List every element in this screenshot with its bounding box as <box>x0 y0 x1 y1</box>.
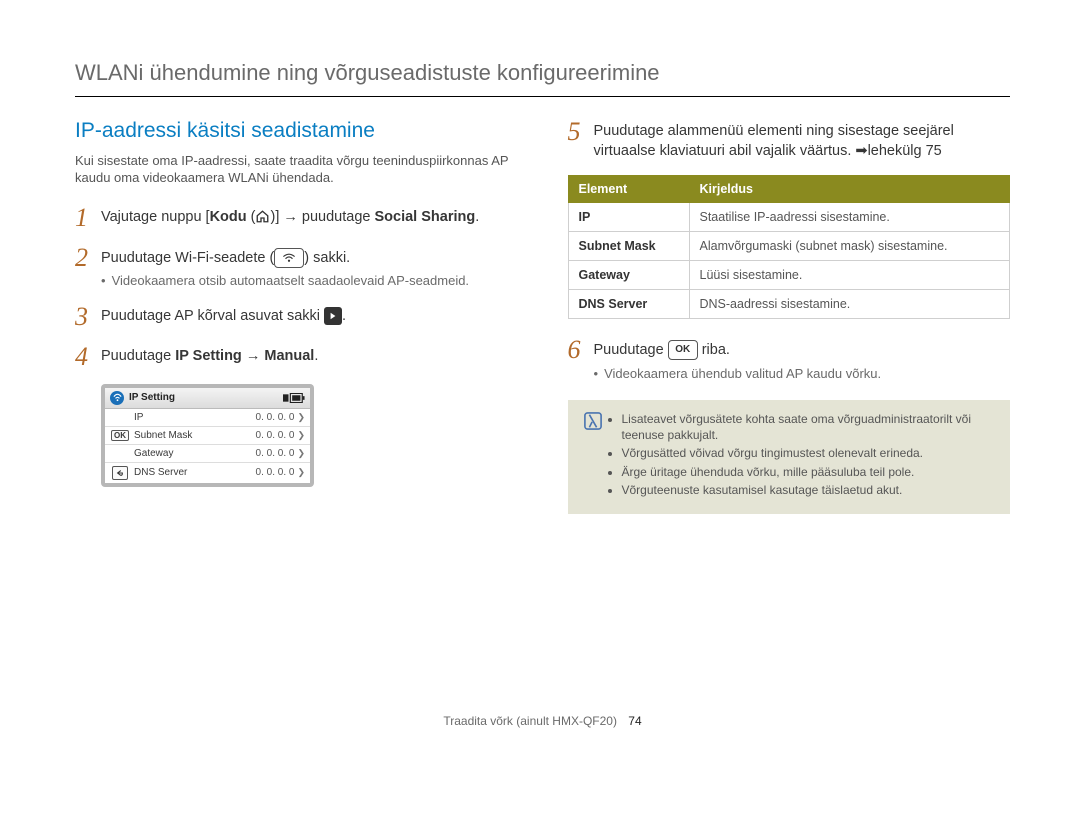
home-icon <box>255 209 270 224</box>
left-column: IP-aadressi käsitsi seadistamine Kui sis… <box>75 119 518 514</box>
page-header: WLANi ühendumine ning võrguseadistuste k… <box>75 60 1010 97</box>
wifi-icon <box>274 248 304 268</box>
device-screenshot: IP Setting IP 0. 0. 0. 0 ❯ OK Subnet Mas… <box>101 384 314 487</box>
ok-icon: OK <box>668 340 698 360</box>
table-row: Subnet MaskAlamvõrgumaski (subnet mask) … <box>568 232 1010 261</box>
footer-text: Traadita võrk (ainult HMX-QF20) <box>443 714 617 728</box>
battery-icon <box>283 393 305 403</box>
step-number-5: 5 <box>568 119 594 161</box>
back-icon <box>112 466 128 480</box>
step-1: Vajutage nuppu [Kodu ()] → puudutage Soc… <box>101 205 518 231</box>
note-box: Lisateavet võrgusätete kohta saate oma v… <box>568 400 1011 514</box>
section-title: IP-aadressi käsitsi seadistamine <box>75 119 518 143</box>
page-number: 74 <box>628 714 641 728</box>
note-icon <box>582 412 604 502</box>
th-desc: Kirjeldus <box>689 176 1010 203</box>
intro-text: Kui sisestate oma IP-aadressi, saate tra… <box>75 153 518 187</box>
table-row: GatewayLüüsi sisestamine. <box>568 261 1010 290</box>
step-5: Puudutage alammenüü elementi ning sisest… <box>594 119 1011 161</box>
device-row-ip: IP 0. 0. 0. 0 ❯ <box>105 409 310 427</box>
step-number-1: 1 <box>75 205 101 231</box>
device-row-gateway: Gateway 0. 0. 0. 0 ❯ <box>105 445 310 463</box>
step-6-sub: Videokaamera ühendub valitud AP kaudu võ… <box>594 365 1011 383</box>
chevron-right-icon: ❯ <box>297 467 305 478</box>
step-number-6: 6 <box>568 337 594 382</box>
wifi-dot-icon <box>110 391 124 405</box>
table-row: IPStaatilise IP-aadressi sisestamine. <box>568 203 1010 232</box>
table-row: DNS ServerDNS-aadressi sisestamine. <box>568 290 1010 319</box>
step-number-4: 4 <box>75 344 101 370</box>
note-item: Võrgusätted võivad võrgu tingimustest ol… <box>622 446 997 462</box>
chevron-right-icon: ❯ <box>297 430 305 441</box>
right-column: 5 Puudutage alammenüü elementi ning sise… <box>568 119 1011 514</box>
device-header: IP Setting <box>105 388 310 409</box>
chevron-right-icon <box>324 307 342 325</box>
footer: Traadita võrk (ainult HMX-QF20) 74 <box>75 714 1010 728</box>
chevron-right-icon: ❯ <box>297 448 305 459</box>
step-number-3: 3 <box>75 304 101 330</box>
step-3: Puudutage AP kõrval asuvat sakki . <box>101 304 518 330</box>
step-2-sub: Videokaamera otsib automaatselt saadaole… <box>101 272 518 290</box>
description-table: Element Kirjeldus IPStaatilise IP-aadres… <box>568 175 1011 319</box>
step-2: Puudutage Wi-Fi-seadete () sakki. Videok… <box>101 245 518 290</box>
step-4: Puudutage IP Setting → Manual. <box>101 344 518 370</box>
ok-icon: OK <box>111 430 129 441</box>
device-row-subnet: OK Subnet Mask 0. 0. 0. 0 ❯ <box>105 427 310 445</box>
note-item: Lisateavet võrgusätete kohta saate oma v… <box>622 412 997 443</box>
device-row-dns: DNS Server 0. 0. 0. 0 ❯ <box>105 463 310 483</box>
th-element: Element <box>568 176 689 203</box>
step-6: Puudutage OK riba. Videokaamera ühendub … <box>594 337 1011 382</box>
note-item: Ärge üritage ühenduda võrku, mille pääsu… <box>622 465 997 481</box>
device-title: IP Setting <box>129 392 175 403</box>
step-number-2: 2 <box>75 245 101 290</box>
note-item: Võrguteenuste kasutamisel kasutage täisl… <box>622 483 997 499</box>
chevron-right-icon: ❯ <box>297 412 305 423</box>
